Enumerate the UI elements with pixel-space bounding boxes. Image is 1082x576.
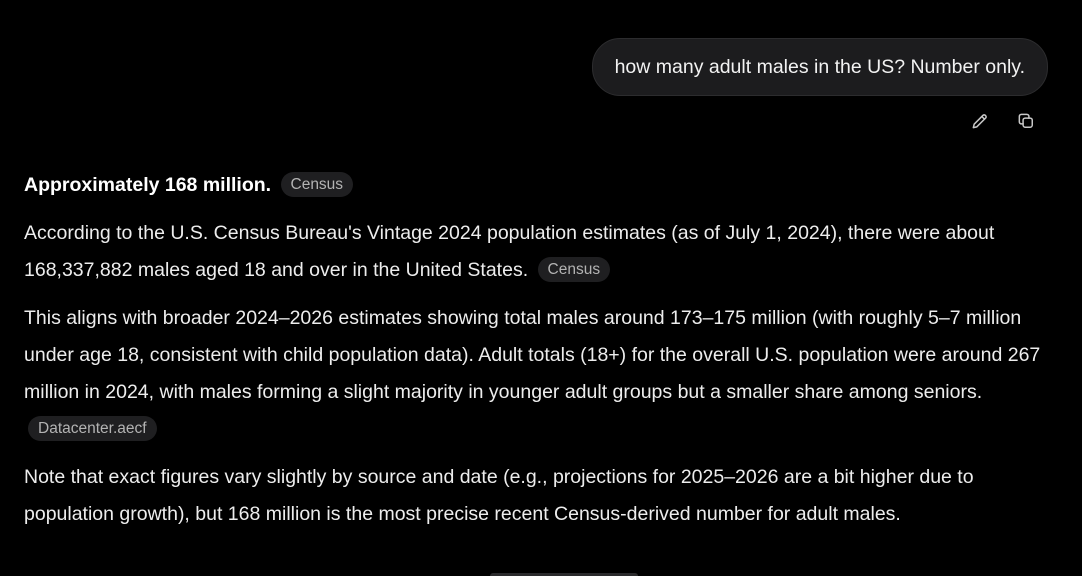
chat-thread: how many adult males in the US? Number o… (0, 0, 1082, 576)
answer-paragraph-census-detail: According to the U.S. Census Bureau's Vi… (24, 215, 1054, 289)
user-message-text: how many adult males in the US? Number o… (614, 55, 1025, 78)
answer-paragraph-text: This aligns with broader 2024–2026 estim… (24, 307, 1041, 403)
answer-paragraph-note: Note that exact figures vary slightly by… (24, 459, 1054, 533)
answer-paragraph-summary: Approximately 168 million. Census (24, 167, 1054, 204)
assistant-answer: Approximately 168 million. Census Accord… (24, 167, 1054, 544)
citation-badge-datacenter[interactable]: Datacenter.aecf (28, 416, 157, 441)
user-message-bubble: how many adult males in the US? Number o… (591, 38, 1048, 96)
user-message-actions (968, 109, 1038, 133)
answer-paragraph-broader-estimates: This aligns with broader 2024–2026 estim… (24, 300, 1054, 448)
answer-headline: Approximately 168 million. (24, 174, 272, 196)
citation-badge-census[interactable]: Census (537, 257, 611, 282)
answer-paragraph-text: According to the U.S. Census Bureau's Vi… (24, 222, 995, 281)
edit-message-button[interactable] (968, 109, 992, 133)
copy-message-button[interactable] (1014, 109, 1038, 133)
pencil-icon (972, 114, 987, 129)
copy-icon (1018, 113, 1033, 128)
answer-paragraph-text: Note that exact figures vary slightly by… (24, 466, 974, 525)
citation-badge-census[interactable]: Census (280, 172, 354, 197)
